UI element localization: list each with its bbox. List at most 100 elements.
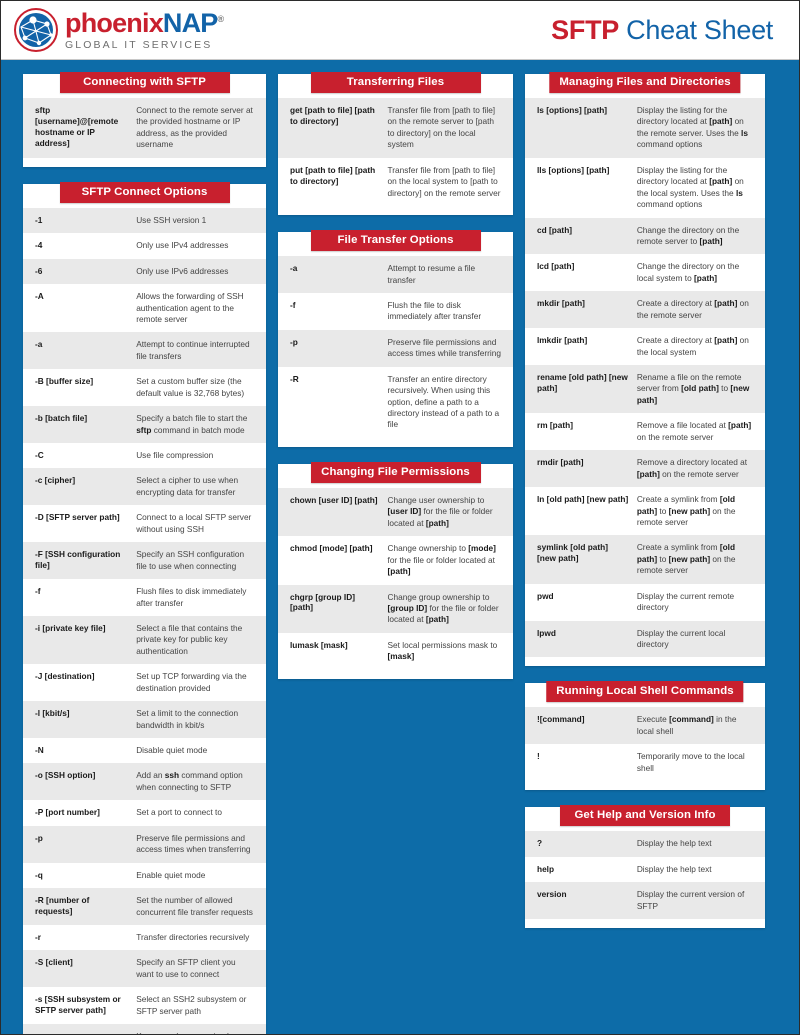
- page-title: SFTP Cheat Sheet: [551, 15, 773, 46]
- table-row: rm [path] Remove a file located at [path]…: [525, 413, 765, 451]
- description-cell: Allows the forwarding of SSH authenticat…: [136, 291, 244, 324]
- table-row: -B [buffer size] Set a custom buffer size…: [23, 369, 266, 407]
- description-cell: Select a file that contains the private …: [136, 622, 243, 656]
- description-cell: Set up TCP forwarding via the destinatio…: [136, 671, 247, 693]
- table-row: help Display the help text: [525, 856, 765, 883]
- description-cell: Display the listing for the directory lo…: [636, 105, 748, 150]
- command-cell: version: [537, 889, 567, 900]
- command-cell: -a: [35, 339, 43, 350]
- table-row: chgrp [group ID] [path] Change group owne…: [278, 584, 513, 633]
- command-cell: -R [number of requests]: [35, 895, 90, 916]
- description-cell: Select a cipher to use when encrypting d…: [136, 475, 239, 497]
- command-cell: lcd [path]: [537, 261, 575, 272]
- command-cell: -q: [35, 869, 43, 880]
- table-row: -vKeep a verbose session log: [23, 1024, 266, 1034]
- section-card-get-help-and-version-info: Get Help and Version Info? Display the he…: [525, 805, 765, 928]
- table-row: -S [client] Specify an SFTP client you wa…: [23, 950, 266, 988]
- section-rows: ? Display the help text help Display the he…: [525, 831, 765, 919]
- command-cell: -p: [35, 832, 43, 843]
- cheat-sheet-page: phoenixNAP® GLOBAL IT SERVICES SFTP Chea…: [0, 0, 800, 1035]
- section-title-transferring-files: Transferring Files: [310, 72, 481, 93]
- section-rows: -a Attempt to resume a file transfer -f Flu…: [278, 256, 513, 438]
- table-row: -1 Use SSH version 1: [23, 207, 266, 234]
- description-cell: Only use IPv4 addresses: [136, 240, 229, 251]
- table-row: -s [SSH subsystem or SFTP server path] Se…: [23, 987, 266, 1025]
- section-title-get-help-and-version-info: Get Help and Version Info: [560, 805, 730, 827]
- table-row: cd [path] Change the directory on the rem…: [525, 217, 765, 255]
- command-cell: ?: [537, 838, 543, 849]
- command-cell: chown [user ID] [path]: [290, 494, 378, 505]
- description-cell: Temporarily move to the local shell: [636, 751, 745, 773]
- description-cell: Change group ownership to [group ID] for…: [387, 591, 499, 625]
- section-card-managing-files-and-directories: Managing Files and Directories ls [option…: [525, 72, 765, 667]
- command-cell: help: [537, 863, 555, 874]
- command-cell: -C: [35, 450, 44, 460]
- description-cell: Change ownership to [mode] for the file …: [387, 543, 496, 577]
- description-cell: Enable quiet mode: [136, 869, 206, 880]
- command-cell: -p: [290, 336, 298, 347]
- command-cell: -A: [35, 291, 44, 302]
- description-cell: Change the directory on the local system…: [636, 261, 740, 283]
- section-title-changing-file-permissions: Changing File Permissions: [310, 461, 481, 483]
- brand-name: phoenixNAP®: [65, 7, 224, 38]
- section-title-file-transfer-options: File Transfer Options: [310, 230, 481, 252]
- page-header: phoenixNAP® GLOBAL IT SERVICES SFTP Chea…: [1, 1, 799, 60]
- command-cell: -1: [35, 214, 43, 225]
- command-cell: sftp [username]@[remote hostname or IP a…: [35, 105, 119, 148]
- section-title-sftp-connect-options: SFTP Connect Options: [59, 181, 230, 203]
- description-cell: Display the listing for the directory lo…: [636, 164, 744, 210]
- description-cell: Only use IPv6 addresses: [136, 265, 229, 276]
- section-rows: -1 Use SSH version 1 -4 Only use IPv4 addre…: [23, 207, 266, 1034]
- table-row: -P [port number] Set a port to connect to: [23, 800, 266, 826]
- description-cell: Execute [command] in the local shell: [636, 714, 737, 736]
- section-title-running-local-shell-commands: Running Local Shell Commands: [546, 681, 744, 703]
- description-cell: Select an SSH2 subsystem or SFTP server …: [136, 994, 247, 1016]
- table-row: -b [batch file] Specify a batch file to s…: [23, 406, 266, 443]
- description-cell: Set local permissions mask to [mask]: [387, 639, 498, 662]
- brand-tagline: GLOBAL IT SERVICES: [65, 38, 213, 51]
- column-right: Managing Files and Directories ls [option…: [525, 72, 765, 928]
- section-card-running-local-shell-commands: Running Local Shell Commands ![command] Ex…: [525, 681, 765, 791]
- table-row: chmod [mode] [path] Change ownership to […: [278, 536, 513, 585]
- table-row: ! Temporarily move to the local shell: [525, 744, 765, 782]
- section-rows: ![command] Execute [command] in the local…: [525, 707, 765, 782]
- description-cell: Rename a file on the remote server from …: [636, 372, 750, 405]
- description-cell: Keep a verbose session log: [136, 1031, 255, 1034]
- table-row: -c [cipher] Select a cipher to use when e…: [23, 468, 266, 506]
- description-cell: Preserve file permissions and access tim…: [387, 336, 501, 359]
- table-row: sftp [username]@[remote hostname or IP a…: [23, 98, 266, 158]
- description-cell: Specify a batch file to start the sftp c…: [136, 413, 248, 435]
- table-row: ls [options] [path] Display the listing f…: [525, 98, 765, 158]
- table-row: -a Attempt to continue interrupted file t…: [23, 332, 266, 370]
- table-row: pwd Display the current remote directory: [525, 583, 765, 621]
- command-cell: lpwd: [537, 627, 556, 638]
- description-cell: Set a limit to the connection bandwidth …: [136, 708, 239, 730]
- description-cell: Connect to the remote server at the prov…: [136, 105, 253, 150]
- section-card-connecting-with-sftp: Connecting with SFTP sftp [username]@[rem…: [23, 72, 266, 167]
- table-row: -C Use file compression: [23, 443, 266, 469]
- section-card-transferring-files: Transferring Files get [path to file] [pa…: [278, 72, 513, 216]
- table-row: symlink [old path] [new path] Create a sy…: [525, 535, 765, 584]
- table-row: rename [old path] [new path] Rename a fil…: [525, 365, 765, 414]
- command-cell: rm [path]: [537, 420, 573, 431]
- table-row: -F [SSH configuration file] Specify an SS…: [23, 542, 266, 580]
- command-cell: lmkdir [path]: [537, 335, 588, 346]
- description-cell: Disable quiet mode: [136, 745, 208, 755]
- table-row: -D [SFTP server path] Connect to a local …: [23, 505, 266, 543]
- table-row: rmdir [path] Remove a directory located a…: [525, 450, 765, 488]
- column-middle: Transferring Files get [path to file] [pa…: [278, 72, 513, 679]
- table-row: -f Flush the file to disk immediately aft…: [278, 292, 513, 330]
- command-cell: -R: [290, 373, 299, 384]
- description-cell: Attempt to resume a file transfer: [387, 263, 476, 285]
- command-cell: -P [port number]: [35, 807, 100, 818]
- command-cell: chmod [mode] [path]: [290, 543, 373, 554]
- description-cell: Display the help text: [636, 838, 712, 849]
- brand-name-part2: NAP: [162, 7, 218, 38]
- table-row: -f Flush files to disk immediately after …: [23, 579, 266, 616]
- command-cell: pwd: [537, 590, 554, 601]
- section-card-sftp-connect-options: SFTP Connect Options -1 Use SSH version 1-…: [23, 181, 266, 1034]
- description-cell: Create a symlink from [old path] to [new…: [636, 542, 736, 576]
- table-row: -l [kbit/s] Set a limit to the connection…: [23, 701, 266, 738]
- description-cell: Add an ssh command option when connectin…: [136, 770, 243, 792]
- command-cell: put [path to file] [path to directory]: [290, 164, 376, 186]
